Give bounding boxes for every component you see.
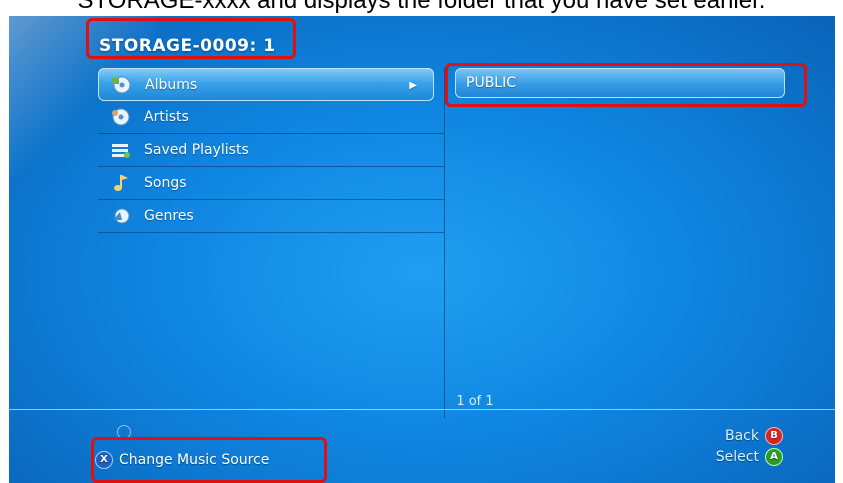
change-music-source-label: Change Music Source xyxy=(119,452,270,468)
folder-list: PUBLIC xyxy=(445,68,805,418)
chevron-right-icon: ▶ xyxy=(409,80,417,91)
menu-item-label: Genres xyxy=(144,208,194,224)
playlist-icon xyxy=(110,140,132,160)
album-disc-icon xyxy=(111,75,133,95)
guide-icon xyxy=(117,425,131,439)
change-music-source-button[interactable]: X Change Music Source xyxy=(95,445,269,475)
music-screen: STORAGE-0009: 1 Albums ▶ Artists Saved P… xyxy=(9,16,835,483)
category-menu: Albums ▶ Artists Saved Playlists Songs G… xyxy=(98,68,445,418)
b-button-icon: B xyxy=(765,427,783,445)
x-button-icon: X xyxy=(95,451,113,469)
menu-item-label: Songs xyxy=(144,175,187,191)
select-label: Select xyxy=(715,449,759,465)
instruction-caption: STORAGE-xxxx and displays the folder tha… xyxy=(77,0,766,14)
folder-item-public[interactable]: PUBLIC xyxy=(455,68,785,98)
menu-item-saved-playlists[interactable]: Saved Playlists xyxy=(98,134,444,167)
back-button[interactable]: Back B xyxy=(716,426,783,447)
a-button-icon: A xyxy=(765,448,783,466)
menu-item-albums[interactable]: Albums ▶ xyxy=(98,68,434,101)
page-counter: 1 of 1 xyxy=(456,394,494,409)
menu-item-songs[interactable]: Songs xyxy=(98,167,444,200)
menu-item-genres[interactable]: Genres xyxy=(98,200,444,233)
menu-item-artists[interactable]: Artists xyxy=(98,101,444,134)
genre-icon xyxy=(110,206,132,226)
back-label: Back xyxy=(725,428,759,444)
menu-item-label: Artists xyxy=(144,109,189,125)
page-title: STORAGE-0009: 1 xyxy=(99,36,276,56)
controller-hints: Back B Select A xyxy=(716,426,783,468)
music-note-icon xyxy=(110,173,132,193)
select-button[interactable]: Select A xyxy=(716,447,783,468)
menu-item-label: Saved Playlists xyxy=(144,142,249,158)
menu-item-label: Albums xyxy=(145,77,198,93)
artist-disc-icon xyxy=(110,107,132,127)
footer-divider xyxy=(9,409,835,410)
